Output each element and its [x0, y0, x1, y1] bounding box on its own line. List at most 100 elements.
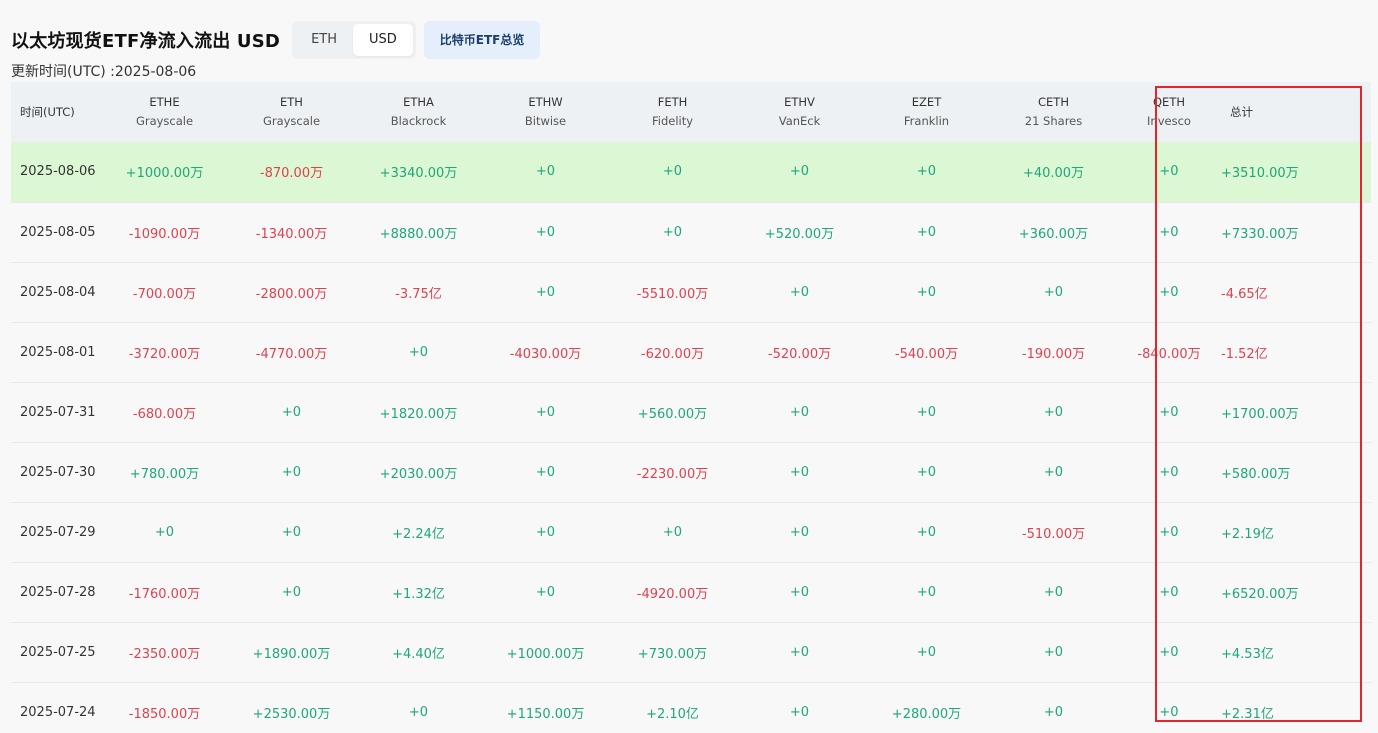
- flow-cell: +730.00万: [609, 622, 736, 683]
- table-body: 2025-08-06 +1000.00万 -870.00万 +3340.00万 +0 +0…: [11, 142, 1371, 733]
- btc-etf-overview-button[interactable]: 比特币ETF总览: [423, 21, 541, 59]
- flow-cell: -3.75亿: [355, 262, 482, 323]
- date-cell: 2025-08-06: [11, 142, 101, 203]
- flow-cell: +0: [609, 502, 736, 563]
- etf-flow-page: 以太坊现货ETF净流入流出 USD ETH USD 比特币ETF总览 更新时间(…: [0, 0, 1378, 733]
- flow-cell: +0: [482, 442, 609, 503]
- date-cell: 2025-07-28: [11, 562, 101, 623]
- flow-cell: +0: [1117, 202, 1221, 263]
- flow-cell: +0: [482, 202, 609, 263]
- flow-cell: -620.00万: [609, 322, 736, 383]
- flow-cell: -5510.00万: [609, 262, 736, 323]
- flow-cell: -2350.00万: [101, 622, 228, 683]
- flow-cell: +0: [482, 502, 609, 563]
- total-cell: +2.31亿: [1221, 682, 1371, 733]
- date-cell: 2025-07-24: [11, 682, 101, 733]
- fund-label: VanEck: [778, 114, 821, 128]
- flow-cell: +0: [1117, 142, 1221, 203]
- flow-cell: +0: [863, 142, 990, 203]
- flow-cell: -2800.00万: [228, 262, 355, 323]
- ticker-label: ETHA: [403, 95, 434, 109]
- flow-cell: +1000.00万: [101, 142, 228, 203]
- flow-cell: -2230.00万: [609, 442, 736, 503]
- table-row: 2025-07-28 -1760.00万 +0 +1.32亿 +0 -4920.00万 +0…: [11, 562, 1371, 623]
- flow-cell: +0: [736, 562, 863, 623]
- flow-cell: +0: [101, 502, 228, 563]
- flow-cell: +0: [990, 382, 1117, 443]
- flow-cell: +0: [1117, 382, 1221, 443]
- flow-cell: +0: [990, 622, 1117, 683]
- col-header-ethw: ETHW Bitwise: [482, 82, 609, 142]
- col-header-ezet: EZET Franklin: [863, 82, 990, 142]
- flow-cell: -4920.00万: [609, 562, 736, 623]
- total-cell: +580.00万: [1221, 442, 1371, 503]
- flow-cell: +0: [1117, 682, 1221, 733]
- flow-cell: +780.00万: [101, 442, 228, 503]
- flow-cell: +3340.00万: [355, 142, 482, 203]
- table-row: 2025-08-05 -1090.00万 -1340.00万 +8880.00万 +0 +…: [11, 202, 1371, 263]
- table-header-row: 时间(UTC) ETHE Grayscale ETH Grayscale ETHA B…: [11, 82, 1371, 142]
- table-row: 2025-07-24 -1850.00万 +2530.00万 +0 +1150.00万 +…: [11, 682, 1371, 733]
- ticker-label: CETH: [1038, 95, 1069, 109]
- col-header-feth: FETH Fidelity: [609, 82, 736, 142]
- flow-cell: +0: [736, 622, 863, 683]
- flow-cell: +0: [863, 442, 990, 503]
- date-cell: 2025-07-25: [11, 622, 101, 683]
- ticker-label: ETHV: [784, 95, 815, 109]
- flow-cell: +0: [355, 682, 482, 733]
- flow-cell: +0: [863, 562, 990, 623]
- flow-cell: -3720.00万: [101, 322, 228, 383]
- flow-cell: +0: [990, 562, 1117, 623]
- flow-cell: -1760.00万: [101, 562, 228, 623]
- total-cell: +1700.00万: [1221, 382, 1371, 443]
- flow-cell: +8880.00万: [355, 202, 482, 263]
- flow-cell: +2.10亿: [609, 682, 736, 733]
- flow-cell: +0: [990, 262, 1117, 323]
- fund-label: Grayscale: [262, 114, 321, 128]
- flow-cell: +0: [482, 562, 609, 623]
- total-cell: -4.65亿: [1221, 262, 1371, 323]
- flow-cell: +0: [609, 202, 736, 263]
- ticker-label: ETHE: [149, 95, 180, 109]
- col-header-ethv: ETHV VanEck: [736, 82, 863, 142]
- flow-cell: -680.00万: [101, 382, 228, 443]
- total-cell: +7330.00万: [1221, 202, 1371, 263]
- flow-cell: +0: [1117, 442, 1221, 503]
- date-cell: 2025-07-30: [11, 442, 101, 503]
- time-header: 时间(UTC): [11, 82, 101, 142]
- flow-cell: +1820.00万: [355, 382, 482, 443]
- update-time: 更新时间(UTC) :2025-08-06: [11, 64, 197, 80]
- table-row: 2025-07-30 +780.00万 +0 +2030.00万 +0 -2230.00万…: [11, 442, 1371, 503]
- flow-cell: -4770.00万: [228, 322, 355, 383]
- flow-cell: +520.00万: [736, 202, 863, 263]
- date-cell: 2025-07-29: [11, 502, 101, 563]
- page-title: 以太坊现货ETF净流入流出 USD: [11, 31, 281, 52]
- header: 以太坊现货ETF净流入流出 USD ETH USD 比特币ETF总览: [11, 18, 541, 62]
- col-header-qeth: QETH Invesco: [1117, 82, 1221, 142]
- flow-cell: +0: [736, 502, 863, 563]
- fund-label: Bitwise: [524, 114, 567, 128]
- flow-cell: +560.00万: [609, 382, 736, 443]
- flow-cell: +0: [228, 442, 355, 503]
- flow-cell: +0: [1117, 262, 1221, 323]
- toggle-eth-button[interactable]: ETH: [295, 24, 353, 56]
- flow-cell: +280.00万: [863, 682, 990, 733]
- total-cell: -1.52亿: [1221, 322, 1371, 383]
- flow-cell: -190.00万: [990, 322, 1117, 383]
- table-row: 2025-07-25 -2350.00万 +1890.00万 +4.40亿 +1000.…: [11, 622, 1371, 683]
- flow-cell: -1850.00万: [101, 682, 228, 733]
- etf-flow-table: 时间(UTC) ETHE Grayscale ETH Grayscale ETHA B…: [11, 82, 1371, 733]
- toggle-usd-button[interactable]: USD: [353, 24, 413, 56]
- table-row: 2025-08-01 -3720.00万 -4770.00万 +0 -4030.00万 -…: [11, 322, 1371, 383]
- flow-cell: +0: [863, 382, 990, 443]
- flow-cell: +0: [736, 262, 863, 323]
- date-cell: 2025-08-01: [11, 322, 101, 383]
- fund-label: Blackrock: [390, 114, 447, 128]
- table-row: 2025-08-06 +1000.00万 -870.00万 +3340.00万 +0 +0…: [11, 142, 1371, 203]
- ticker-label: FETH: [657, 95, 688, 109]
- flow-cell: +40.00万: [990, 142, 1117, 203]
- flow-cell: -870.00万: [228, 142, 355, 203]
- flow-cell: +1150.00万: [482, 682, 609, 733]
- flow-cell: +0: [228, 502, 355, 563]
- fund-label: 21 Shares: [1024, 114, 1083, 128]
